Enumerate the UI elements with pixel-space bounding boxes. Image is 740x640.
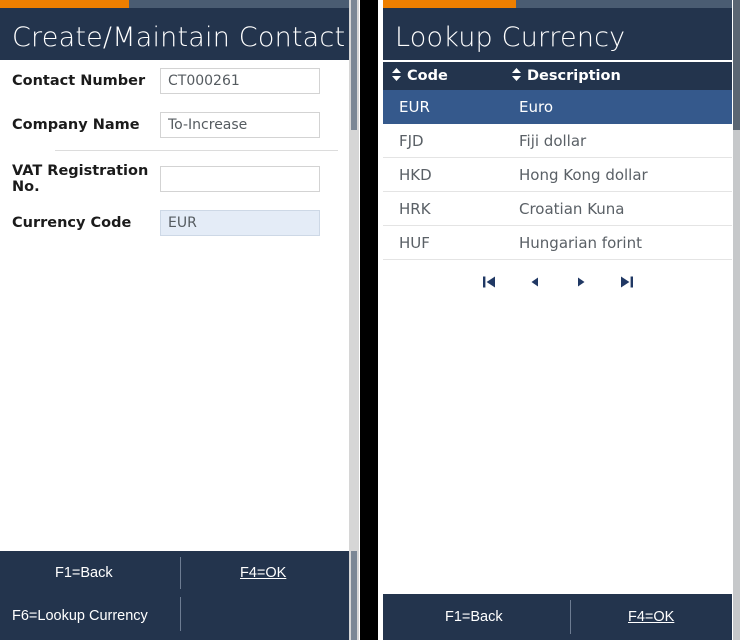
table-row[interactable]: HUF Hungarian forint: [383, 225, 732, 260]
left-title-bar: Create/Maintain Contact: [0, 14, 349, 60]
f4-ok-button[interactable]: F4=OK: [240, 565, 286, 581]
pagination-controls: [383, 262, 732, 302]
right-footer-divider: [570, 600, 571, 634]
right-title-bar: Lookup Currency: [383, 14, 732, 60]
right-f1-back-button[interactable]: F1=Back: [445, 609, 503, 625]
label-contact-number: Contact Number: [12, 73, 146, 89]
left-footer-divider-1: [180, 557, 181, 589]
sort-updown-icon: [391, 67, 402, 85]
column-header-description-label: Description: [527, 67, 621, 84]
field-row-contact-number: Contact Number: [0, 68, 349, 94]
left-progress-fill: [0, 0, 130, 8]
application-screen: Create/Maintain Contact Contact Number C…: [0, 0, 740, 640]
right-panel-scrollbar-track[interactable]: [733, 0, 740, 640]
sort-updown-icon: [511, 67, 522, 85]
cell-code: HKD: [383, 157, 503, 192]
label-currency-code: Currency Code: [12, 215, 132, 231]
next-page-icon[interactable]: [570, 271, 592, 293]
cell-code: EUR: [383, 90, 503, 124]
currency-code-input[interactable]: [160, 210, 320, 236]
right-progress-bar: [383, 0, 732, 8]
left-footer-bar: F1=Back F4=OK F6=Lookup Currency: [0, 551, 349, 640]
lookup-title: Lookup Currency: [395, 22, 626, 53]
vat-registration-no-input[interactable]: [160, 166, 320, 192]
table-row[interactable]: EUR Euro: [383, 90, 732, 124]
right-f4-ok-button[interactable]: F4=OK: [628, 609, 674, 625]
previous-page-icon[interactable]: [524, 271, 546, 293]
last-page-icon[interactable]: [616, 271, 638, 293]
label-company-name: Company Name: [12, 117, 140, 133]
left-footer-row-1: F1=Back F4=OK: [0, 551, 349, 595]
right-progress-fill: [383, 0, 516, 8]
contact-form: Contact Number Company Name VAT Registra…: [0, 60, 349, 254]
cell-description: Fiji dollar: [503, 123, 732, 158]
field-row-company-name: Company Name: [0, 112, 349, 138]
create-maintain-contact-panel: Create/Maintain Contact Contact Number C…: [0, 0, 360, 640]
contact-number-input[interactable]: [160, 68, 320, 94]
label-vat-registration-no: VAT Registration No.: [12, 163, 149, 195]
lookup-currency-panel: Lookup Currency Code Description EUR Eur…: [378, 0, 740, 640]
field-row-vat-registration: VAT Registration No.: [0, 163, 349, 195]
table-row[interactable]: FJD Fiji dollar: [383, 123, 732, 158]
cell-description: Hong Kong dollar: [503, 157, 732, 192]
company-name-input[interactable]: [160, 112, 320, 138]
left-panel-scrollbar-thumb-bottom[interactable]: [351, 551, 357, 640]
currency-table: Code Description EUR Euro FJD Fiji dolla…: [383, 62, 732, 260]
f1-back-button[interactable]: F1=Back: [55, 565, 113, 581]
table-row[interactable]: HRK Croatian Kuna: [383, 191, 732, 226]
f6-lookup-currency-button[interactable]: F6=Lookup Currency: [12, 608, 148, 624]
right-footer-bar: F1=Back F4=OK: [383, 594, 732, 640]
table-row[interactable]: HKD Hong Kong dollar: [383, 157, 732, 192]
column-header-code-label: Code: [407, 67, 448, 84]
cell-code: HRK: [383, 191, 503, 226]
currency-table-head: Code Description: [383, 62, 732, 90]
field-row-currency-code: Currency Code: [0, 210, 349, 236]
currency-table-container: Code Description EUR Euro FJD Fiji dolla…: [383, 62, 732, 260]
left-progress-bar: [0, 0, 349, 8]
cell-description: Croatian Kuna: [503, 191, 732, 226]
cell-description: Euro: [503, 90, 732, 124]
right-footer-row: F1=Back F4=OK: [383, 594, 732, 638]
left-footer-divider-2: [180, 597, 181, 631]
cell-description: Hungarian forint: [503, 225, 732, 260]
currency-table-body: EUR Euro FJD Fiji dollar HKD Hong Kong dollar…: [383, 90, 732, 260]
cell-code: FJD: [383, 123, 503, 158]
left-panel-scrollbar-thumb-top[interactable]: [351, 0, 357, 130]
left-panel-scrollbar-track[interactable]: [349, 0, 359, 640]
cell-code: HUF: [383, 225, 503, 260]
form-section-divider: [55, 150, 338, 151]
page-title: Create/Maintain Contact: [12, 22, 346, 53]
column-header-description[interactable]: Description: [503, 62, 732, 90]
first-page-icon[interactable]: [478, 271, 500, 293]
column-header-code[interactable]: Code: [383, 62, 503, 90]
left-footer-row-2: F6=Lookup Currency: [0, 595, 349, 639]
currency-table-header-row: Code Description: [383, 62, 732, 90]
right-panel-scrollbar-thumb[interactable]: [733, 0, 740, 130]
